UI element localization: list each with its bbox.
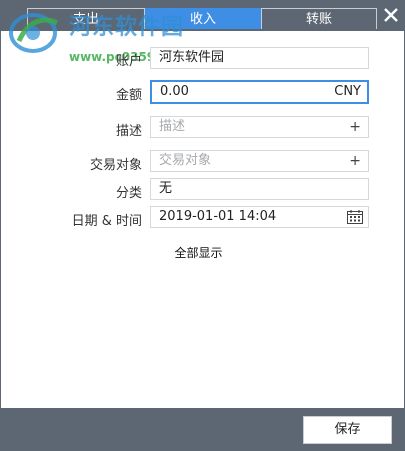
tab-bar: 支出 收入 转账 — [1, 1, 405, 31]
amount-input[interactable]: 0.00 CNY — [150, 80, 369, 104]
tab-expense[interactable]: 支出 — [27, 8, 145, 29]
counterparty-placeholder: 交易对象 — [159, 153, 212, 168]
show-all-link[interactable]: 全部显示 — [1, 244, 396, 261]
account-field[interactable]: 河东软件园 — [150, 47, 369, 69]
description-label: 描述 — [115, 124, 142, 139]
category-value: 无 — [159, 181, 173, 196]
datetime-value: 2019-01-01 14:04 — [159, 209, 277, 224]
amount-value: 0.00 — [160, 84, 189, 99]
datetime-field[interactable]: 2019-01-01 14:04 — [150, 206, 369, 228]
counterparty-field[interactable]: 交易对象 + — [150, 150, 369, 172]
transaction-dialog: 支出 收入 转账 河东软件园 www.pc0359.cn 账户 河东软件园 金额… — [0, 0, 405, 451]
category-field[interactable]: 无 — [150, 178, 369, 200]
description-placeholder: 描述 — [159, 119, 186, 134]
save-button[interactable]: 保存 — [303, 416, 392, 444]
datetime-label: 日期 & 时间 — [71, 214, 142, 229]
description-field[interactable]: 描述 + — [150, 116, 369, 138]
plus-icon[interactable]: + — [349, 117, 361, 137]
category-label: 分类 — [115, 186, 142, 201]
account-value: 河东软件园 — [159, 50, 225, 65]
tab-transfer[interactable]: 转账 — [261, 8, 377, 29]
tab-income[interactable]: 收入 — [145, 8, 261, 29]
calendar-icon[interactable] — [347, 210, 363, 224]
account-label: 账户 — [115, 54, 142, 69]
amount-label: 金额 — [115, 88, 142, 103]
close-icon[interactable] — [382, 6, 400, 24]
currency-label: CNY — [334, 84, 361, 99]
counterparty-label: 交易对象 — [89, 158, 142, 173]
plus-icon[interactable]: + — [349, 151, 361, 171]
